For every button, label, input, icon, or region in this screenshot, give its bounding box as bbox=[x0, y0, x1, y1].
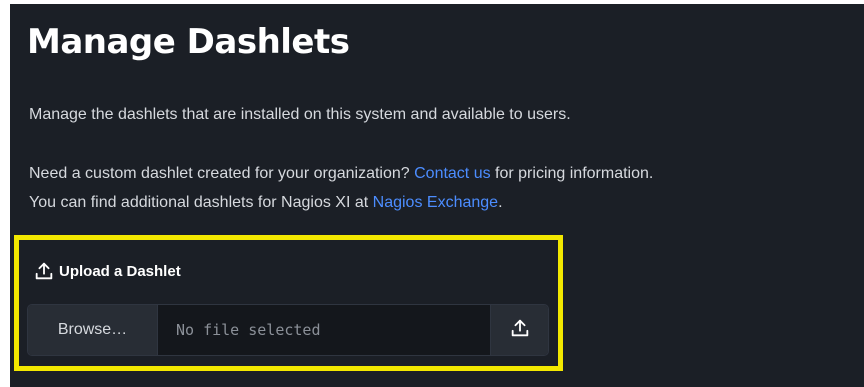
file-upload-group: Browse… No file selected bbox=[27, 304, 549, 356]
intro-text: Manage the dashlets that are installed o… bbox=[29, 106, 571, 123]
upload-heading-label: Upload a Dashlet bbox=[59, 262, 181, 280]
exchange-suffix-text: . bbox=[498, 194, 503, 211]
file-name-field[interactable]: No file selected bbox=[157, 305, 491, 355]
contact-us-link[interactable]: Contact us bbox=[414, 165, 490, 182]
upload-icon bbox=[509, 317, 531, 344]
upload-submit-button[interactable] bbox=[491, 305, 548, 355]
custom-dashlet-text: Need a custom dashlet created for your o… bbox=[29, 159, 653, 217]
custom-suffix-text: for pricing information. bbox=[490, 165, 654, 182]
nagios-exchange-link[interactable]: Nagios Exchange bbox=[373, 194, 498, 211]
browse-button[interactable]: Browse… bbox=[28, 305, 157, 355]
upload-heading: Upload a Dashlet bbox=[33, 259, 181, 283]
page-title: Manage Dashlets bbox=[27, 22, 350, 62]
upload-icon bbox=[33, 260, 55, 282]
custom-prefix-text: Need a custom dashlet created for your o… bbox=[29, 165, 415, 182]
exchange-prefix-text: You can find additional dashlets for Nag… bbox=[29, 194, 373, 211]
